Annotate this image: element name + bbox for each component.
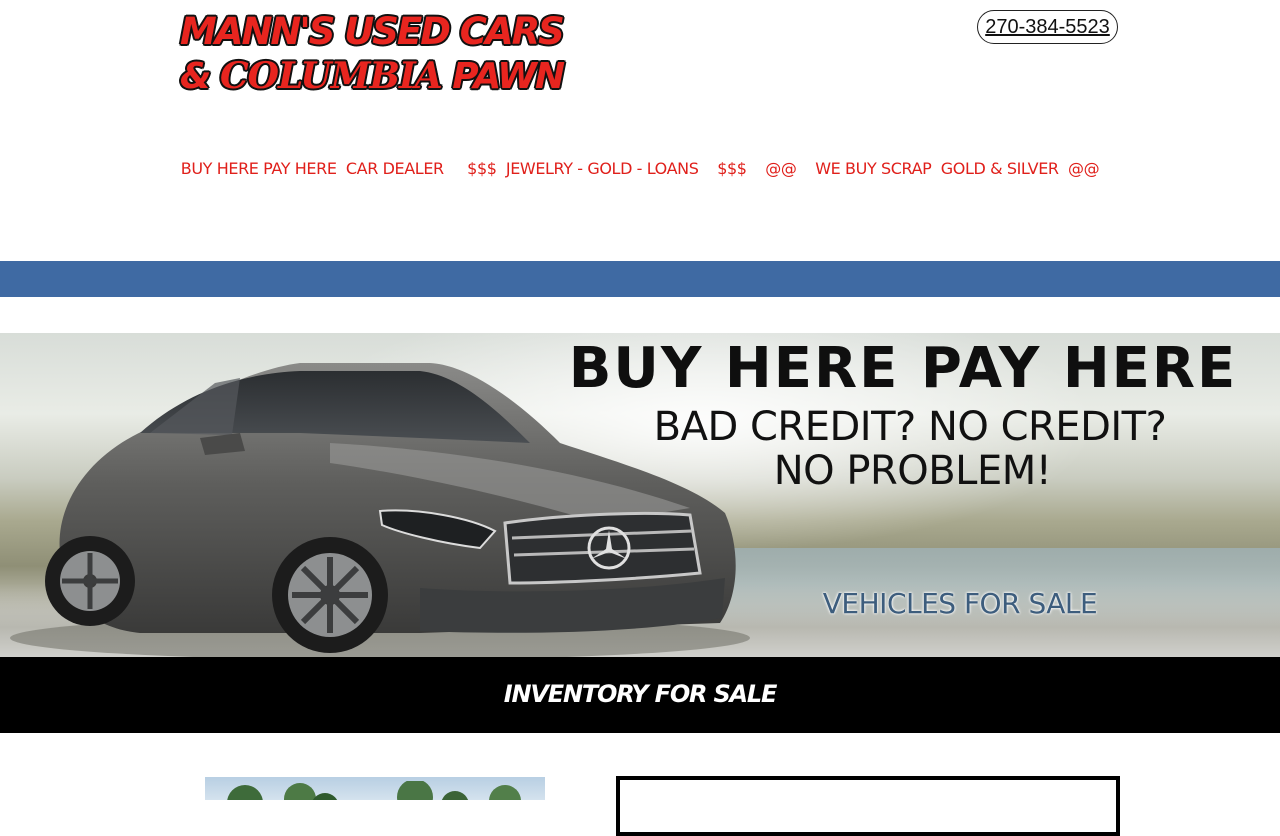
logo-line-2-prefix: & (180, 56, 220, 97)
site-logo[interactable]: MANN'S USED CARS & COLUMBIA PAWN (180, 10, 565, 99)
logo-line-2: & COLUMBIA PAWN (180, 54, 565, 99)
hero-banner: BUY HERE PAY HERE BAD CREDIT? NO CREDIT?… (0, 333, 1280, 657)
rear-wheel (45, 536, 135, 626)
hero-headline: BUY HERE PAY HERE (568, 336, 1238, 401)
trees-image (227, 781, 521, 800)
inventory-banner: INVENTORY FOR SALE (0, 657, 1280, 733)
content-frame (616, 776, 1120, 836)
hero-subline-1: BAD CREDIT? NO CREDIT? (653, 404, 1167, 450)
vehicles-for-sale-link[interactable]: VEHICLES FOR SALE (800, 587, 1120, 620)
logo-line-2-suffix: PAWN (441, 56, 565, 97)
hero-subline-2: NO PROBLEM! (773, 448, 1052, 494)
logo-script-word: COLUMBIA (219, 55, 443, 97)
blue-divider-band (0, 261, 1280, 297)
vehicle-thumbnail[interactable] (205, 777, 545, 800)
front-wheel (272, 537, 388, 653)
phone-button[interactable]: 270-384-5523 (977, 10, 1118, 44)
logo-line-1: MANN'S USED CARS (180, 10, 565, 53)
services-tagline: BUY HERE PAY HERE CAR DEALER $$$ JEWELRY… (180, 159, 1100, 178)
